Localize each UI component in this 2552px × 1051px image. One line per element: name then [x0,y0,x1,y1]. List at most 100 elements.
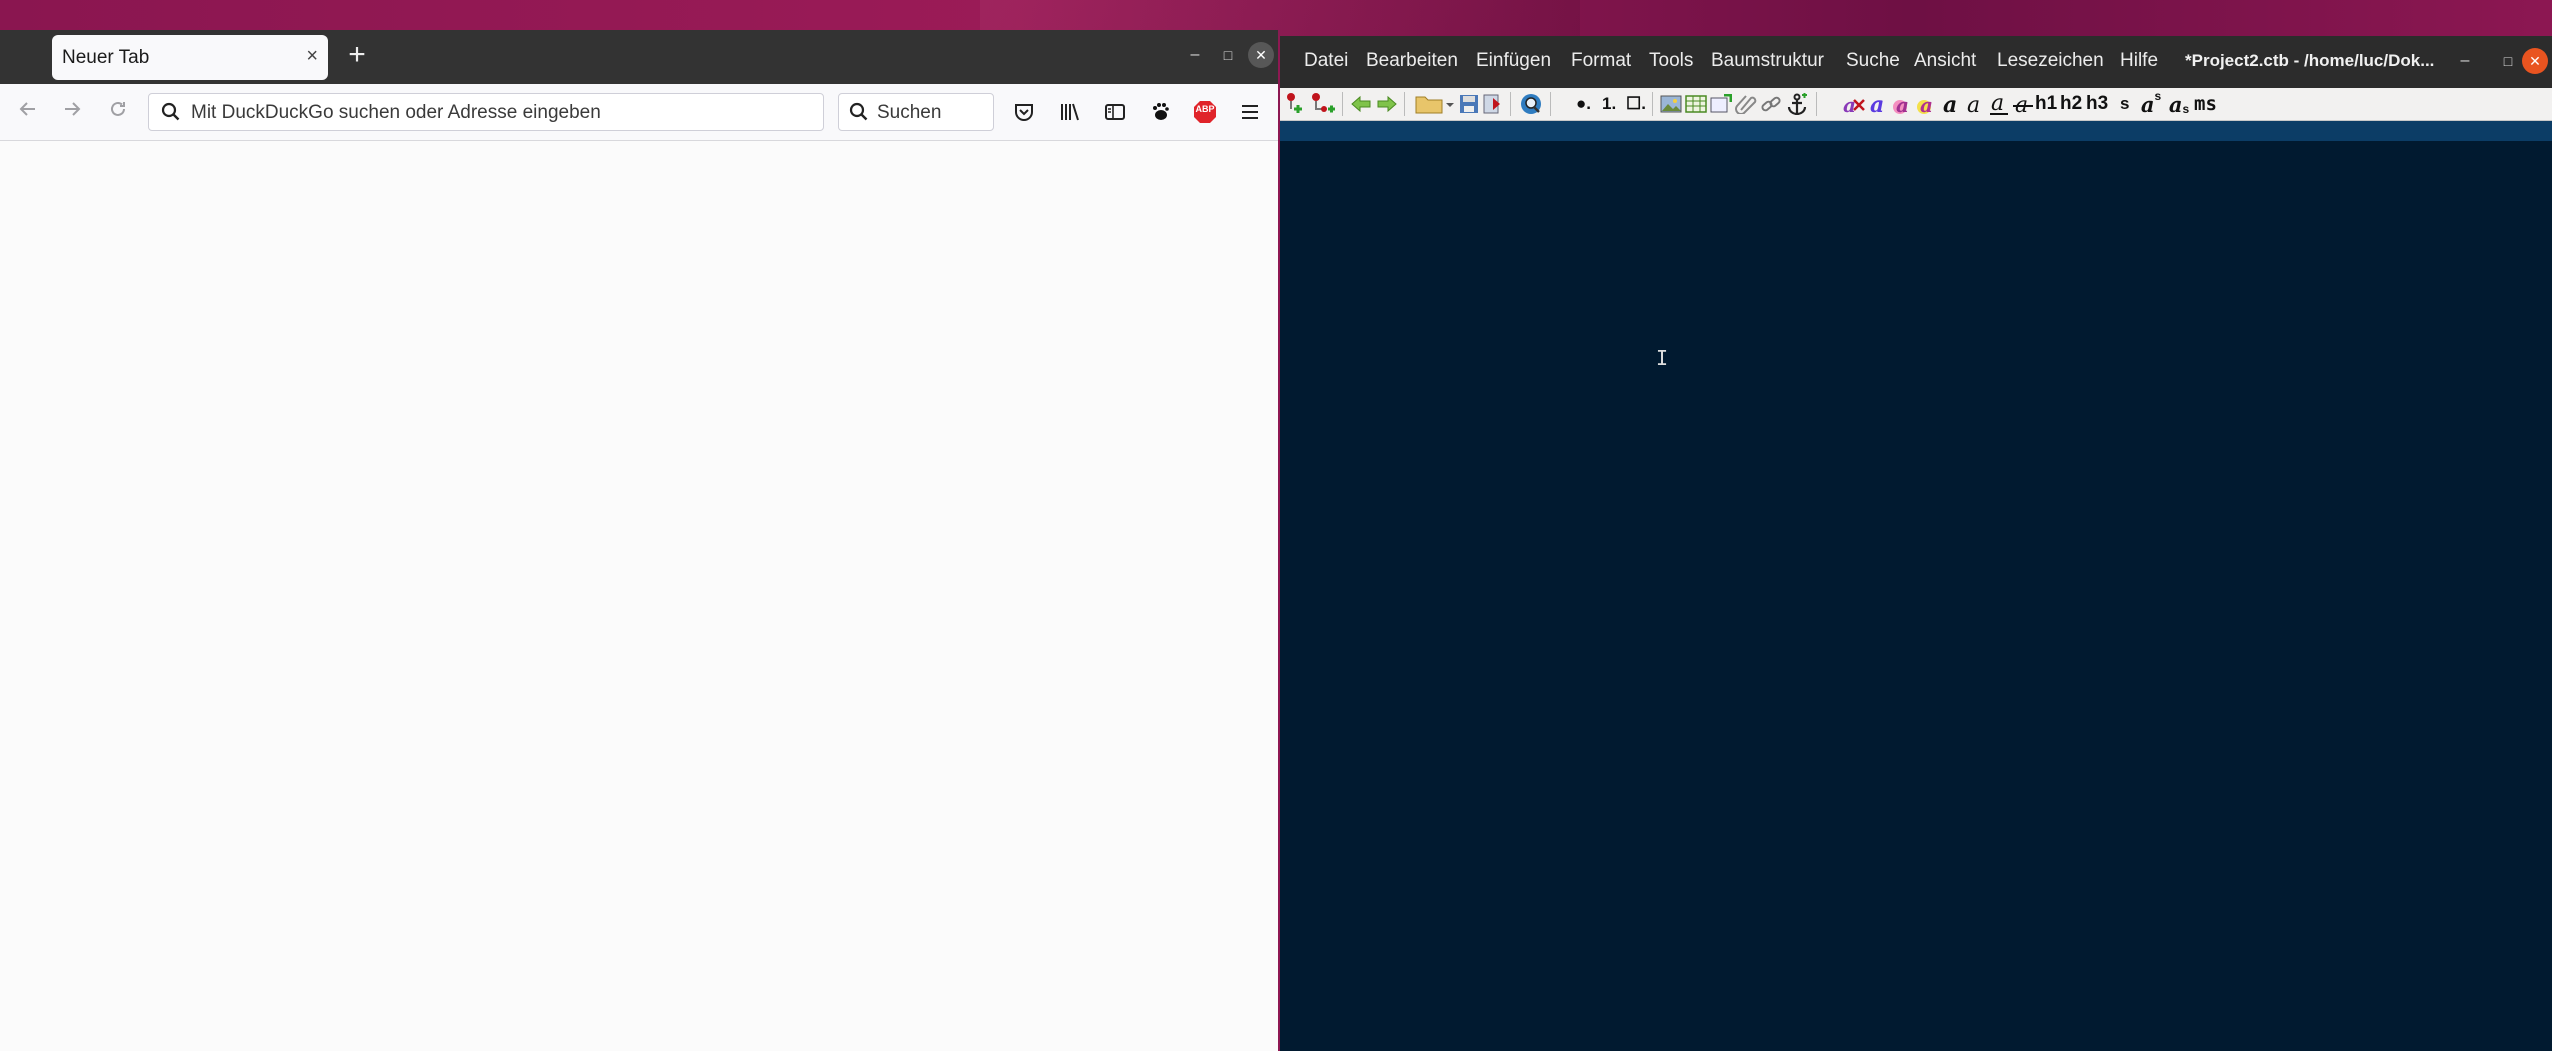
back-arrow-icon [19,102,35,116]
add-subnode-icon [1312,93,1335,113]
back-button[interactable] [14,98,42,126]
heading1-button[interactable]: h1 [2035,92,2057,116]
menu-lesezeichen[interactable]: Lesezeichen [1997,50,2104,72]
firefox-tab-bar: Neuer Tab × + – □ ✕ [0,30,1278,84]
add-subnode-button[interactable] [1310,92,1336,116]
insert-table-button[interactable] [1685,92,1707,116]
pocket-icon [1015,104,1033,121]
window-title: *Project2.ctb - /home/luc/Dok... [2185,51,2435,70]
firefox-window: Neuer Tab × + – □ ✕ Mit DuckDuckGo suche… [0,30,1278,1051]
menu-hilfe[interactable]: Hilfe [2120,50,2158,72]
library-icon [1061,103,1079,121]
bold-button[interactable]: a [1940,92,1962,116]
insert-file-button[interactable] [1735,92,1757,116]
menu-baumstruktur[interactable]: Baumstruktur [1711,50,1824,72]
page-content[interactable] [0,141,1278,1051]
pocket-button[interactable] [1008,96,1040,128]
sidebar-icon [1105,104,1125,120]
text-editor[interactable] [1280,141,2552,1051]
add-node-icon [1287,93,1302,113]
go-back-button[interactable] [1350,92,1372,116]
bold-icon: a [1943,92,1957,116]
cherrytree-toolbar: ●. 1. ☐. a a a a a a a a h1 h2 h3 s a s … [1280,88,2552,121]
insert-image-button[interactable] [1660,92,1682,116]
sidebar-button[interactable] [1099,96,1131,128]
italic-button[interactable]: a [1964,92,1986,116]
numbered-list-button[interactable]: 1. [1602,92,1616,116]
highlight-color-button[interactable]: a [1916,92,1938,116]
subscript-button[interactable]: a s [2166,92,2192,117]
open-file-button[interactable] [1414,92,1454,116]
link-icon [1761,96,1781,112]
text-color-button[interactable]: a [1868,92,1890,116]
folder-icon [1415,96,1454,114]
svg-text:a: a [1943,92,1957,116]
minimize-button[interactable]: – [2452,48,2478,74]
find-icon [1521,94,1541,114]
reload-button[interactable] [104,98,132,126]
search-box[interactable] [838,93,994,131]
add-node-button[interactable] [1284,92,1304,116]
green-back-arrow-icon [1351,95,1371,113]
insert-codebox-button[interactable] [1710,92,1732,116]
bulleted-list-button[interactable]: ●. [1576,92,1591,116]
adblock-plus-button[interactable]: ABP [1189,96,1221,128]
save-button[interactable] [1458,92,1480,116]
search-input[interactable] [875,96,989,130]
insert-link-button[interactable] [1760,92,1782,116]
clear-format-icon: a [1843,93,1865,116]
gnome-extension-button[interactable] [1144,96,1176,128]
subscript-s: s [2182,102,2190,116]
library-button[interactable] [1054,96,1086,128]
hamburger-menu-icon [1242,105,1258,119]
table-icon [1685,95,1707,113]
minimize-button[interactable]: – [1182,42,1208,68]
maximize-button[interactable]: □ [2495,48,2521,74]
svg-text:a: a [1843,93,1856,116]
search-icon [161,102,180,121]
export-button[interactable] [1482,92,1504,116]
toolbar-separator [1404,92,1405,116]
background-color-button[interactable]: a [1892,92,1914,116]
strikethrough-button[interactable]: a [2012,92,2034,116]
close-button[interactable]: ✕ [2522,48,2548,74]
underline-button[interactable]: a [1988,92,2010,116]
maximize-button[interactable]: □ [1215,42,1241,68]
url-input[interactable] [189,96,813,130]
close-button[interactable]: ✕ [1248,42,1274,68]
monospace-button[interactable]: ms [2194,92,2217,116]
forward-button[interactable] [58,98,86,126]
menu-einfuegen[interactable]: Einfügen [1476,50,1551,72]
toolbar-separator [1652,92,1653,116]
svg-text:a: a [1920,93,1933,116]
menu-tools[interactable]: Tools [1649,50,1693,72]
menu-bearbeiten[interactable]: Bearbeiten [1366,50,1458,72]
heading3-button[interactable]: h3 [2086,92,2108,116]
navigation-toolbar: ABP [0,84,1278,141]
superscript-s: s [2154,89,2162,103]
menu-ansicht[interactable]: Ansicht [1914,50,1976,72]
tab-close-icon[interactable]: × [306,46,318,66]
remove-formatting-button[interactable]: a [1842,92,1866,116]
menu-suche[interactable]: Suche [1846,50,1900,72]
adblock-plus-label: ABP [1195,104,1215,114]
text-cursor: I [1656,346,1669,370]
small-text-button[interactable]: s [2120,92,2129,116]
heading2-button[interactable]: h2 [2060,92,2082,116]
svg-text:a: a [1967,93,1980,116]
go-forward-button[interactable] [1376,92,1398,116]
menu-button[interactable] [1234,96,1266,128]
insert-anchor-button[interactable] [1785,92,1809,116]
svg-text:a: a [1870,92,1884,116]
svg-text:a: a [2015,93,2028,116]
menu-datei[interactable]: Datei [1304,50,1348,72]
superscript-a: a [2140,91,2155,117]
tab-neuer-tab[interactable]: Neuer Tab × [52,35,328,80]
green-forward-arrow-icon [1377,95,1397,113]
superscript-button[interactable]: a s [2138,89,2164,117]
url-bar[interactable] [148,93,824,131]
menu-format[interactable]: Format [1571,50,1631,72]
search-in-nodes-button[interactable] [1518,92,1544,116]
new-tab-button[interactable]: + [340,38,374,72]
todo-list-button[interactable]: ☐. [1626,92,1646,116]
